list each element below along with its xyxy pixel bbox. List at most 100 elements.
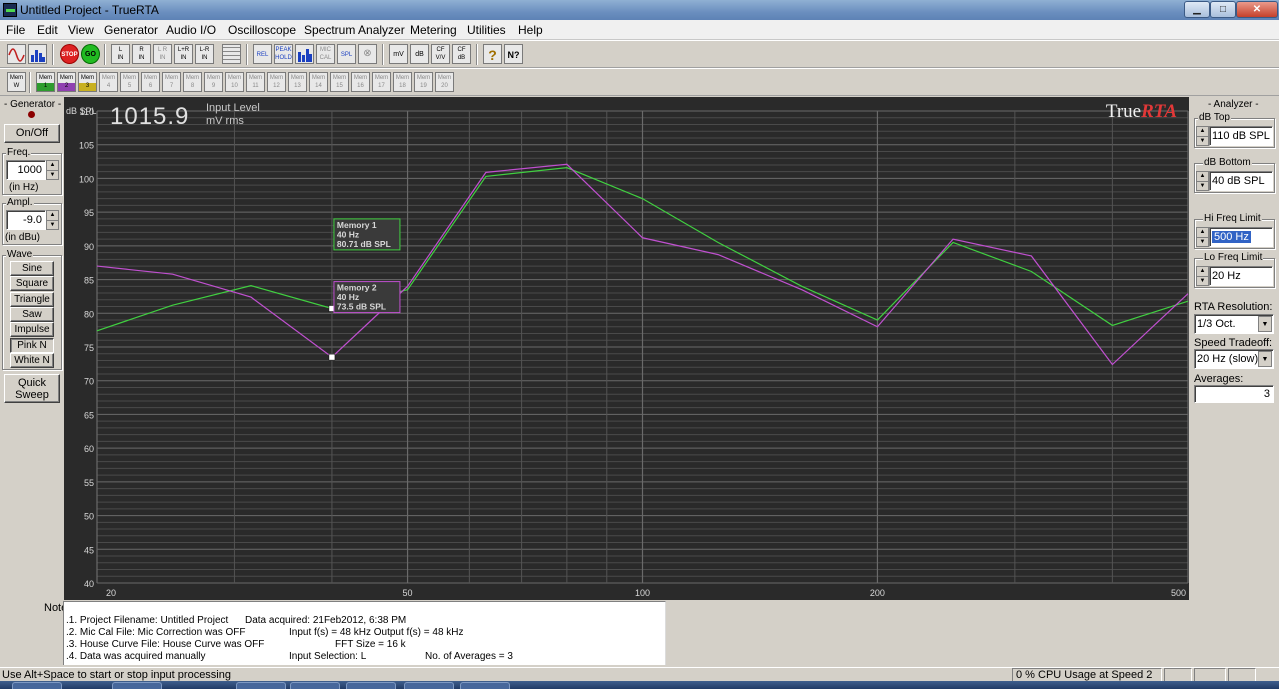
mic-cal-button[interactable]: MIC CAL	[316, 44, 335, 64]
context-help-icon[interactable]: N?	[504, 44, 523, 64]
memory-button-6[interactable]: Mem 6	[141, 72, 160, 92]
input-l-minus-r-button[interactable]: L-R IN	[195, 44, 214, 64]
menu-generator[interactable]: Generator	[104, 23, 158, 37]
memory-button-3[interactable]: Mem 3	[78, 72, 97, 92]
memory-button-10[interactable]: Mem 10	[225, 72, 244, 92]
close-button[interactable]: ✕	[1236, 1, 1278, 18]
spin-up-icon[interactable]: ▲	[47, 161, 58, 171]
peak-hold-button[interactable]: PEAK HOLD	[274, 44, 293, 64]
millivolt-button[interactable]: mV	[389, 44, 408, 64]
go-button[interactable]: GO	[81, 44, 100, 64]
chevron-down-icon[interactable]: ▼	[1258, 351, 1272, 367]
spin-down-icon[interactable]: ▼	[1200, 239, 1206, 245]
menu-edit[interactable]: Edit	[37, 23, 58, 37]
crest-factor-vv-button[interactable]: CF V/V	[431, 44, 450, 64]
relative-button[interactable]: REL	[253, 44, 272, 64]
spin-up-icon[interactable]: ▲	[1197, 228, 1208, 238]
input-right-button[interactable]: R IN	[132, 44, 151, 64]
input-lr-button[interactable]: L R IN	[153, 44, 172, 64]
taskbar-button[interactable]	[112, 682, 162, 689]
spin-down-icon[interactable]: ▼	[1200, 278, 1206, 284]
memory-button-8[interactable]: Mem 8	[183, 72, 202, 92]
help-icon[interactable]: ?	[483, 44, 502, 64]
freq-field[interactable]: 1000	[6, 160, 46, 180]
spectrum-bars-icon[interactable]	[28, 44, 47, 64]
menu-spectrum-analyzer[interactable]: Spectrum Analyzer	[304, 23, 405, 37]
minimize-button[interactable]: ▁	[1184, 1, 1210, 18]
clear-icon[interactable]: ⊗	[358, 44, 377, 64]
generator-onoff-button[interactable]: On/Off	[4, 124, 60, 143]
wave-square-button[interactable]: Square	[10, 276, 54, 292]
spin-up-icon[interactable]: ▲	[1197, 172, 1208, 182]
db-top-spinner[interactable]: ▲ ▼	[1196, 126, 1209, 146]
crest-factor-db-button[interactable]: CF dB	[452, 44, 471, 64]
memory-button-4[interactable]: Mem 4	[99, 72, 118, 92]
averages-field[interactable]: 3	[1194, 385, 1274, 403]
spl-button[interactable]: SPL	[337, 44, 356, 64]
grid-toggle-icon[interactable]	[222, 44, 241, 64]
lo-freq-field[interactable]: 20 Hz	[1209, 266, 1273, 286]
rta-resolution-select[interactable]: 1/3 Oct. ▼	[1194, 314, 1274, 334]
db-bottom-spinner[interactable]: ▲ ▼	[1196, 171, 1209, 191]
menu-metering[interactable]: Metering	[410, 23, 457, 37]
spin-down-icon[interactable]: ▼	[1200, 183, 1206, 189]
menu-help[interactable]: Help	[518, 23, 543, 37]
stop-button[interactable]: STOP	[60, 44, 79, 64]
memory-button-12[interactable]: Mem 12	[267, 72, 286, 92]
memory-button-15[interactable]: Mem 15	[330, 72, 349, 92]
input-l-plus-r-button[interactable]: L+R IN	[174, 44, 193, 64]
memory-button-13[interactable]: Mem 13	[288, 72, 307, 92]
bar-display-icon[interactable]	[295, 44, 314, 64]
memory-button-2[interactable]: Mem 2	[57, 72, 76, 92]
memory-write-button[interactable]: Mem W	[7, 72, 26, 92]
wave-pink-n-button[interactable]: Pink N	[10, 337, 54, 353]
speed-tradeoff-select[interactable]: 20 Hz (slow) ▼	[1194, 349, 1274, 369]
quick-sweep-button[interactable]: Quick Sweep	[4, 374, 60, 403]
spin-down-icon[interactable]: ▼	[50, 172, 56, 178]
wave-impulse-button[interactable]: Impulse	[10, 322, 54, 338]
chevron-down-icon[interactable]: ▼	[1258, 316, 1272, 332]
memory-button-20[interactable]: Mem 20	[435, 72, 454, 92]
wave-white-n-button[interactable]: White N	[10, 352, 54, 368]
menu-view[interactable]: View	[68, 23, 94, 37]
hi-freq-field[interactable]: 500 Hz	[1209, 227, 1273, 247]
lo-freq-spinner[interactable]: ▲ ▼	[1196, 266, 1209, 286]
spin-up-icon[interactable]: ▲	[1197, 127, 1208, 137]
db-top-field[interactable]: 110 dB SPL	[1209, 126, 1273, 146]
memory-button-16[interactable]: Mem 16	[351, 72, 370, 92]
taskbar-button[interactable]	[346, 682, 396, 689]
spin-up-icon[interactable]: ▲	[47, 211, 58, 221]
wave-triangle-button[interactable]: Triangle	[10, 291, 54, 307]
taskbar-button[interactable]	[404, 682, 454, 689]
memory-button-17[interactable]: Mem 17	[372, 72, 391, 92]
ampl-field[interactable]: -9.0	[6, 210, 46, 230]
spin-down-icon[interactable]: ▼	[50, 222, 56, 228]
freq-spinner[interactable]: ▲ ▼	[46, 160, 59, 180]
wave-sine-button[interactable]: Sine	[10, 261, 54, 276]
oscilloscope-sine-icon[interactable]	[7, 44, 26, 64]
taskbar-button[interactable]	[12, 682, 62, 689]
memory-button-7[interactable]: Mem 7	[162, 72, 181, 92]
notes-box[interactable]: .1. Project Filename: Untitled Project .…	[63, 601, 666, 665]
taskbar-button[interactable]	[460, 682, 510, 689]
ampl-spinner[interactable]: ▲ ▼	[46, 210, 59, 230]
memory-button-18[interactable]: Mem 18	[393, 72, 412, 92]
menu-file[interactable]: File	[6, 23, 25, 37]
spin-down-icon[interactable]: ▼	[1200, 138, 1206, 144]
db-bottom-field[interactable]: 40 dB SPL	[1209, 171, 1273, 191]
menu-oscilloscope[interactable]: Oscilloscope	[228, 23, 296, 37]
menu-utilities[interactable]: Utilities	[467, 23, 506, 37]
menu-audio-io[interactable]: Audio I/O	[166, 23, 216, 37]
taskbar-button[interactable]	[290, 682, 340, 689]
memory-button-9[interactable]: Mem 9	[204, 72, 223, 92]
hi-freq-spinner[interactable]: ▲ ▼	[1196, 227, 1209, 247]
decibel-button[interactable]: dB	[410, 44, 429, 64]
wave-saw-button[interactable]: Saw	[10, 306, 54, 322]
memory-button-14[interactable]: Mem 14	[309, 72, 328, 92]
taskbar-button[interactable]	[236, 682, 286, 689]
memory-button-1[interactable]: Mem 1	[36, 72, 55, 92]
memory-button-5[interactable]: Mem 5	[120, 72, 139, 92]
input-left-button[interactable]: L IN	[111, 44, 130, 64]
memory-button-19[interactable]: Mem 19	[414, 72, 433, 92]
memory-button-11[interactable]: Mem 11	[246, 72, 265, 92]
